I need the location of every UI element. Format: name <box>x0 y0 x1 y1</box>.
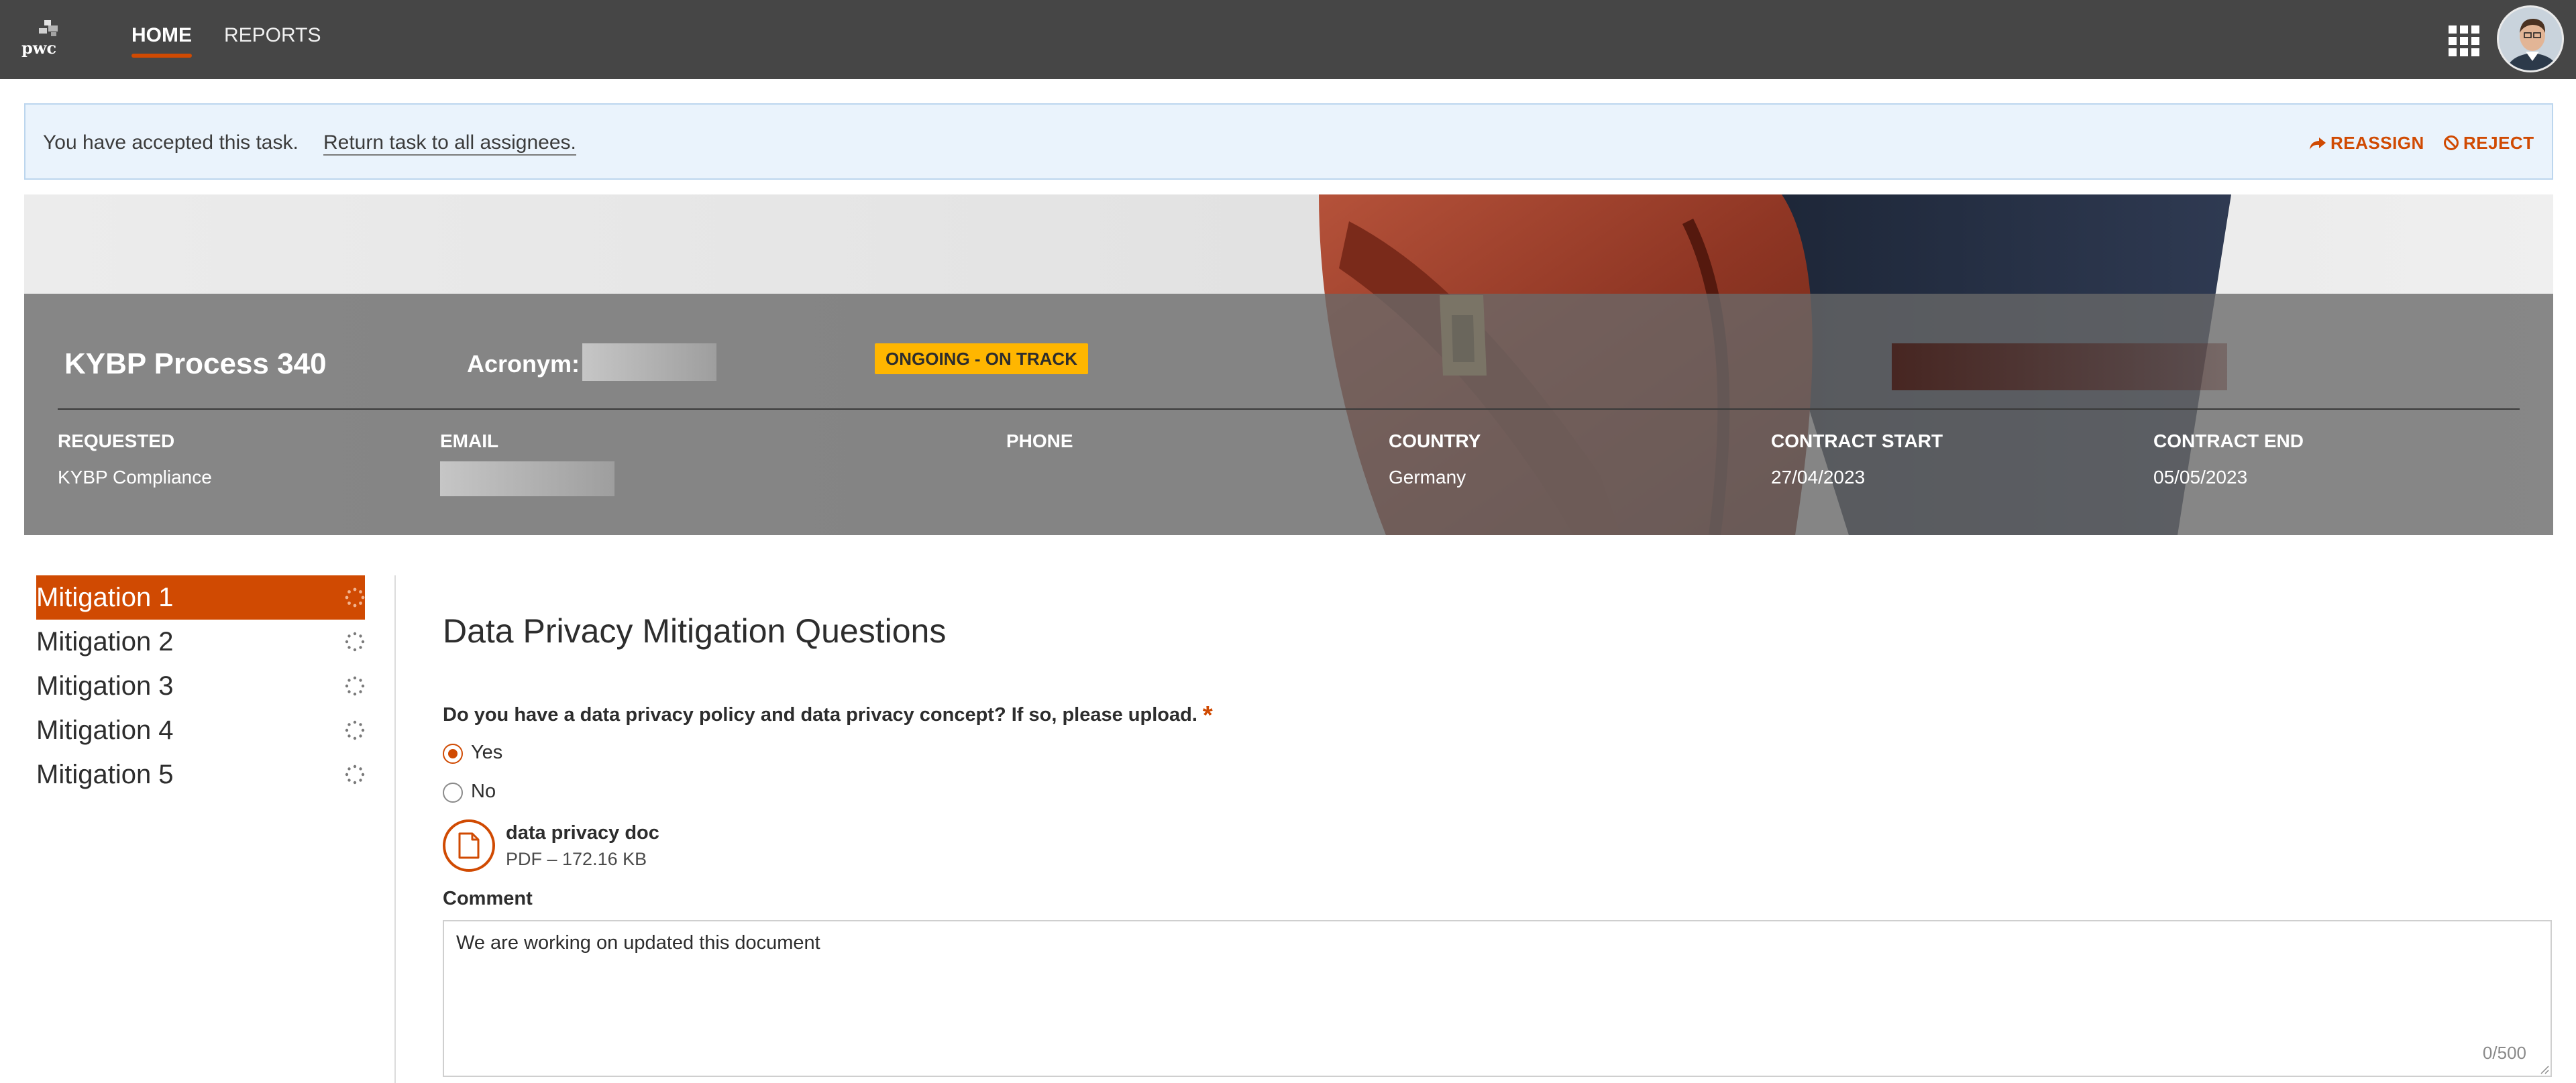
comment-value: We are working on updated this document <box>456 932 820 954</box>
nav-tab-home[interactable]: HOME <box>131 24 192 58</box>
process-title: KYBP Process 340 <box>64 347 327 380</box>
sidebar-item-mitigation-3[interactable]: Mitigation 3 <box>36 664 365 708</box>
email-value-redacted <box>440 461 614 496</box>
document-icon <box>443 819 495 872</box>
contract-end-value: 05/05/2023 <box>2153 467 2248 488</box>
sidebar-item-mitigation-1[interactable]: Mitigation 1 <box>36 575 365 620</box>
task-accepted-notice: You have accepted this task. Return task… <box>24 103 2553 180</box>
requested-value: KYBP Compliance <box>58 467 212 488</box>
sidebar-item-label: Mitigation 1 <box>36 583 174 612</box>
acronym-label: Acronym: <box>467 350 580 378</box>
reassign-label: REASSIGN <box>2330 133 2424 153</box>
sidebar-item-label: Mitigation 2 <box>36 627 174 657</box>
radio-yes-input[interactable] <box>443 744 463 764</box>
top-navigation-bar: pwc HOME REPORTS <box>0 0 2576 79</box>
requested-label: REQUESTED <box>58 431 175 451</box>
sidebar-item-mitigation-2[interactable]: Mitigation 2 <box>36 620 365 664</box>
contract-start-value: 27/04/2023 <box>1771 467 1866 488</box>
share-icon <box>2310 137 2326 150</box>
loading-spinner-icon <box>345 764 365 785</box>
return-task-link[interactable]: Return task to all assignees. <box>323 131 576 156</box>
attachment-meta: PDF – 172.16 KB <box>506 849 647 869</box>
reject-label: REJECT <box>2463 133 2534 153</box>
loading-spinner-icon <box>345 676 365 696</box>
status-badge: ONGOING - ON TRACK <box>875 343 1088 374</box>
logo-text: pwc <box>21 38 57 58</box>
mitigation-sidebar: Mitigation 1 Mitigation 2 Mitigation 3 M… <box>36 575 365 797</box>
comment-char-counter: 0/500 <box>2482 1043 2526 1063</box>
radio-yes-label: Yes <box>471 742 503 763</box>
apps-grid-icon[interactable] <box>2449 25 2479 56</box>
user-photo-icon <box>2499 7 2562 70</box>
logo-mark-icon <box>39 20 58 36</box>
sidebar-item-label: Mitigation 5 <box>36 760 174 789</box>
radio-no-input[interactable] <box>443 783 463 803</box>
phone-label: PHONE <box>1006 431 1073 451</box>
attachment-item[interactable]: data privacy doc PDF – 172.16 KB <box>443 819 778 873</box>
country-value: Germany <box>1389 467 1466 488</box>
attachment-name[interactable]: data privacy doc <box>506 822 659 844</box>
process-hero-banner: KYBP Process 340 Acronym: ONGOING - ON T… <box>24 194 2553 535</box>
radio-no-label: No <box>471 781 496 802</box>
sidebar-item-label: Mitigation 3 <box>36 671 174 701</box>
contract-start-label: CONTRACT START <box>1771 431 1943 451</box>
loading-spinner-icon <box>345 632 365 652</box>
required-marker: * <box>1202 701 1213 730</box>
comment-label: Comment <box>443 888 533 909</box>
nav-tab-reports[interactable]: REPORTS <box>224 24 321 47</box>
hero-redacted-field <box>1892 343 2227 390</box>
reassign-button[interactable]: REASSIGN <box>2309 133 2424 154</box>
loading-spinner-icon <box>345 720 365 740</box>
notice-text: You have accepted this task. <box>43 131 299 154</box>
comment-textarea[interactable]: We are working on updated this document … <box>443 920 2552 1077</box>
block-icon <box>2444 135 2459 150</box>
reject-button[interactable]: REJECT <box>2443 133 2534 154</box>
country-label: COUNTRY <box>1389 431 1481 451</box>
resize-handle-icon[interactable] <box>2538 1064 2549 1074</box>
sidebar-divider <box>394 575 396 1083</box>
question-text: Do you have a data privacy policy and da… <box>443 704 1197 726</box>
email-label: EMAIL <box>440 431 499 451</box>
acronym-value-redacted <box>582 343 716 381</box>
privacy-policy-question: Do you have a data privacy policy and da… <box>443 701 1213 730</box>
sidebar-item-mitigation-5[interactable]: Mitigation 5 <box>36 752 365 797</box>
contract-end-label: CONTRACT END <box>2153 431 2304 451</box>
hero-info-band <box>24 294 2553 535</box>
sidebar-item-mitigation-4[interactable]: Mitigation 4 <box>36 708 365 752</box>
hero-divider <box>58 408 2520 410</box>
sidebar-item-label: Mitigation 4 <box>36 716 174 745</box>
loading-spinner-icon <box>345 587 365 608</box>
pwc-logo[interactable]: pwc <box>21 19 64 58</box>
form-title: Data Privacy Mitigation Questions <box>443 612 947 650</box>
user-avatar[interactable] <box>2497 5 2564 72</box>
